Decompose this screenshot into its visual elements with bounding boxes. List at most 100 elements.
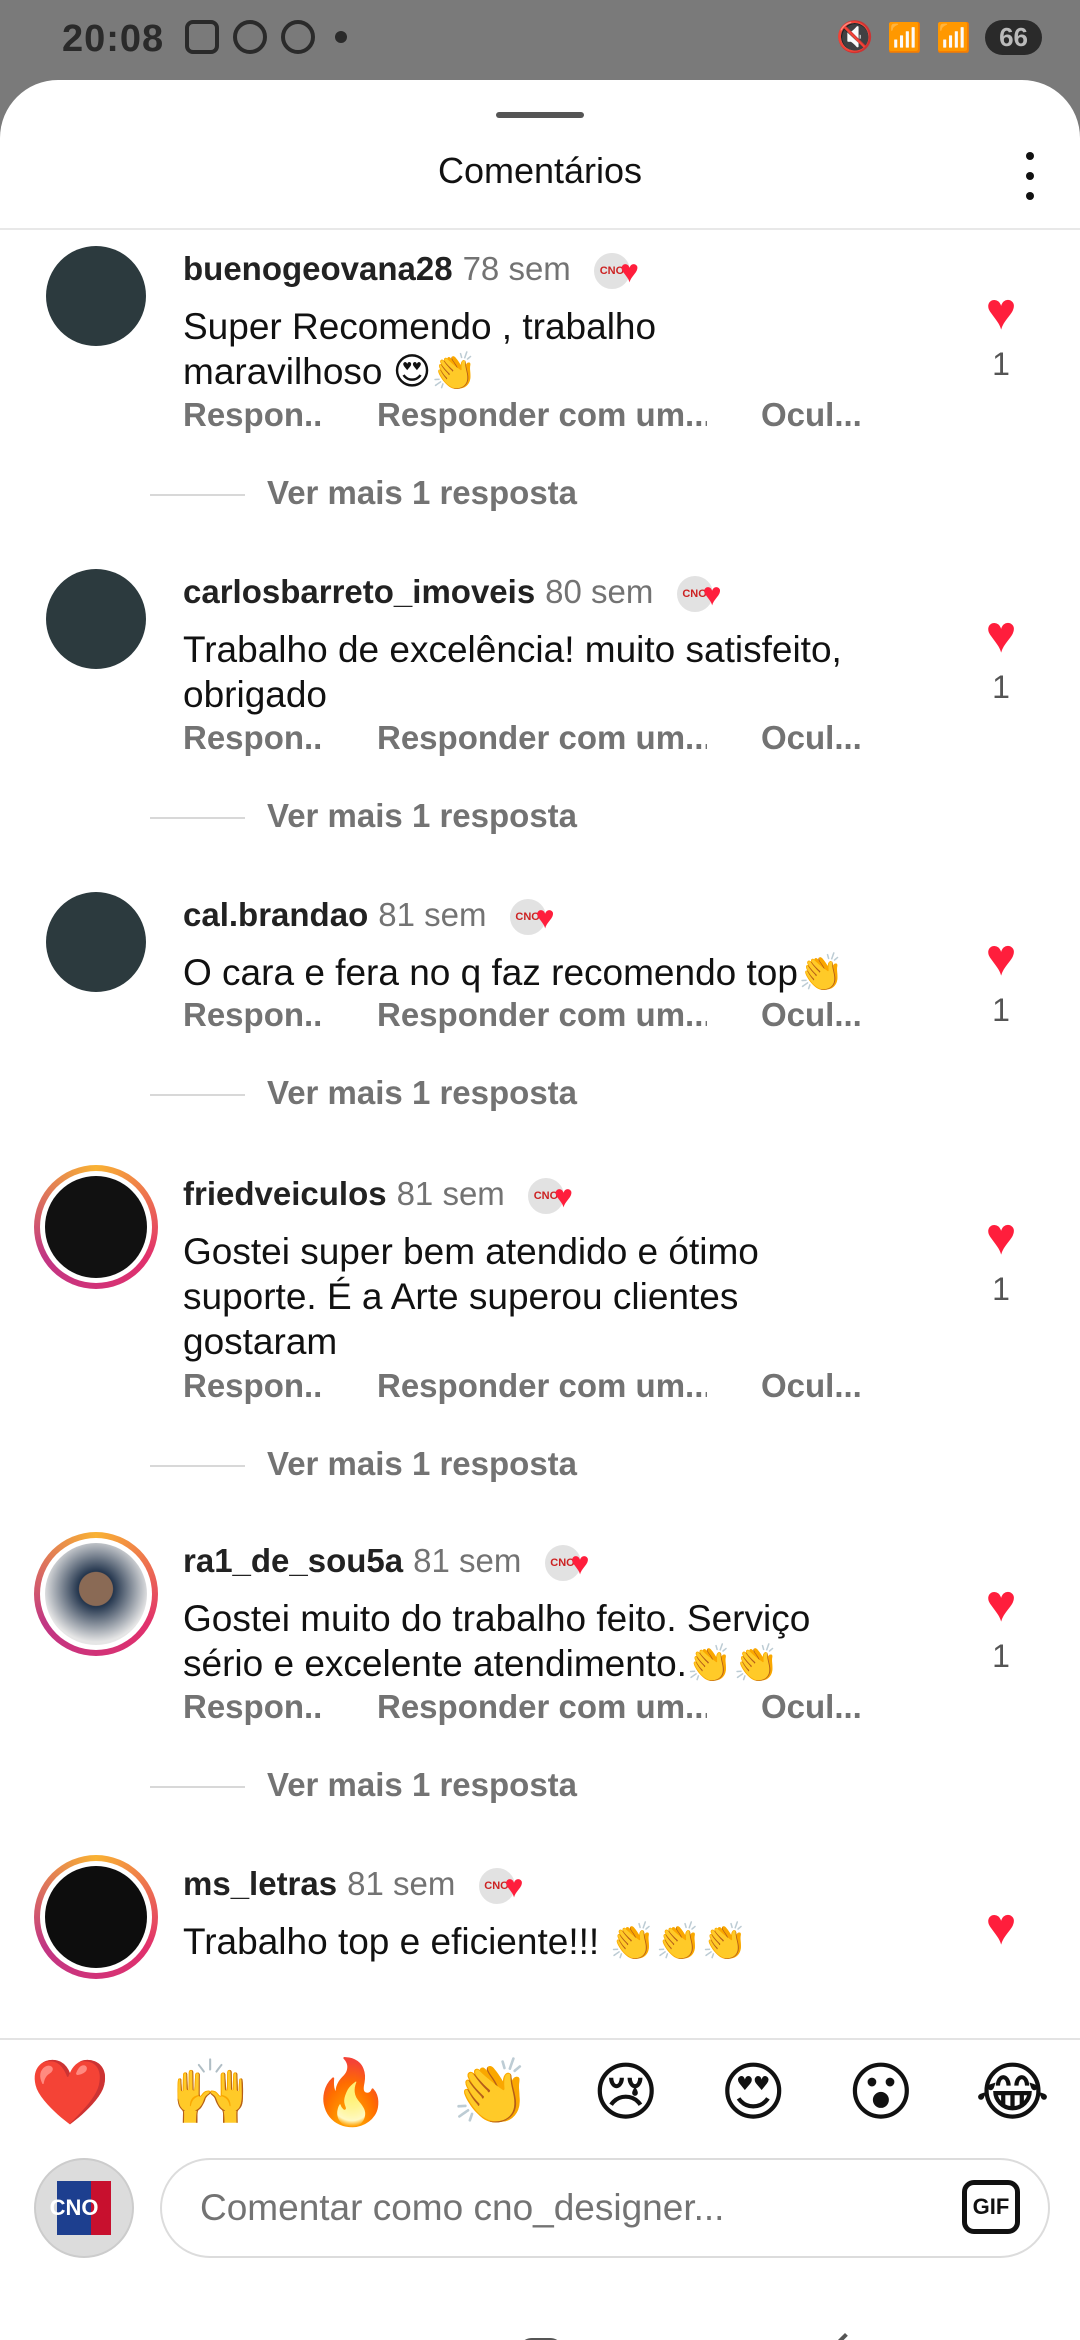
- mute-icon: 🔇: [835, 21, 874, 54]
- like-button[interactable]: ♥ 1: [975, 1208, 1027, 1308]
- battery-indicator: 66: [985, 20, 1042, 55]
- reaction-crying-emoji[interactable]: 😢: [592, 2052, 659, 2132]
- comment-username[interactable]: buenogeovana28: [183, 250, 453, 287]
- like-button[interactable]: ♥ 1: [975, 929, 1027, 1029]
- reaction-laughing-emoji[interactable]: 😂: [975, 2052, 1050, 2132]
- hide-button[interactable]: Ocul...: [761, 719, 871, 757]
- drag-handle[interactable]: [496, 112, 584, 118]
- comment-time: 80 sem: [545, 573, 654, 610]
- comment-text: Trabalho top e eficiente!!! 👏👏👏: [183, 1921, 748, 1962]
- like-count: 1: [992, 1638, 1010, 1674]
- reply-with-button[interactable]: Responder com um...: [377, 396, 707, 434]
- system-icons: 🔇 📶 📶 66: [836, 20, 1042, 55]
- view-replies-button[interactable]: Ver mais 1 resposta: [150, 1074, 577, 1112]
- reaction-raised-hands-emoji[interactable]: 🙌: [171, 2052, 251, 2132]
- back-icon[interactable]: [820, 2332, 870, 2340]
- comment-input[interactable]: Comentar como cno_designer...: [160, 2158, 1050, 2258]
- comment-time: 81 sem: [378, 896, 487, 933]
- comment-text: O cara e fera no q faz recomendo top👏: [183, 952, 845, 993]
- like-count: 1: [992, 669, 1010, 705]
- comment-actions: Respon... Responder com um... Ocul...: [183, 996, 871, 1042]
- comment-time: 81 sem: [396, 1175, 505, 1212]
- comment-time: 81 sem: [413, 1542, 522, 1579]
- creator-liked-badge: CNO ♥: [591, 251, 652, 292]
- comment-actions: Respon... Responder com um... Ocul...: [183, 1367, 871, 1413]
- comment-actions: Respon... Responder com um... Ocul...: [183, 396, 871, 442]
- comments-list[interactable]: buenogeovana28 78 sem CNO ♥ Super Recomend…: [0, 230, 1080, 2038]
- reaction-surprised-emoji[interactable]: 😮: [848, 2052, 915, 2132]
- heart-icon: ♥: [985, 1208, 1017, 1266]
- comment-text: Gostei super bem atendido e ótimo suport…: [183, 1231, 759, 1362]
- comment-composer: CNO Comentar como cno_designer... GIF: [34, 2158, 1054, 2262]
- reaction-fire-emoji[interactable]: 🔥: [311, 2052, 391, 2132]
- view-replies-button[interactable]: Ver mais 1 resposta: [150, 1766, 577, 1804]
- view-replies-button[interactable]: Ver mais 1 resposta: [150, 797, 577, 835]
- avatar[interactable]: [46, 892, 146, 992]
- comment-username[interactable]: carlosbarreto_imoveis: [183, 573, 535, 610]
- heart-icon: ♥: [535, 899, 555, 936]
- divider: [0, 2038, 1080, 2040]
- system-nav-bar: [0, 2288, 1080, 2340]
- reply-with-button[interactable]: Responder com um...: [377, 1367, 707, 1405]
- gif-icon[interactable]: GIF: [962, 2180, 1020, 2234]
- reaction-heart-emoji[interactable]: ❤️: [30, 2052, 110, 2132]
- heart-icon: ♥: [985, 929, 1017, 987]
- like-count: 1: [992, 992, 1010, 1028]
- creator-liked-badge: CNO ♥: [525, 1176, 586, 1217]
- hide-button[interactable]: Ocul...: [761, 1367, 871, 1405]
- creator-liked-badge: CNO ♥: [476, 1866, 537, 1907]
- avatar[interactable]: [34, 1165, 158, 1289]
- view-replies-button[interactable]: Ver mais 1 resposta: [150, 474, 577, 512]
- heart-icon: ♥: [553, 1178, 573, 1215]
- heart-icon: ♥: [619, 253, 639, 290]
- comment-time: 81 sem: [347, 1865, 456, 1902]
- status-time: 20:08: [62, 18, 165, 60]
- status-bar: 20:08 🔇 📶 📶 66: [0, 0, 1080, 80]
- reply-button[interactable]: Respon...: [183, 719, 323, 757]
- wifi-icon: 📶: [887, 22, 923, 53]
- reaction-heart-eyes-emoji[interactable]: 😍: [720, 2052, 787, 2132]
- avatar[interactable]: [34, 1855, 158, 1979]
- avatar[interactable]: [46, 569, 146, 669]
- screenshot-icon: [185, 20, 219, 54]
- like-button[interactable]: ♥ 1: [975, 609, 1027, 706]
- creator-liked-badge: CNO ♥: [507, 897, 568, 938]
- like-button[interactable]: ♥: [975, 1898, 1027, 1956]
- comment-text: Gostei muito do trabalho feito. Serviço …: [183, 1598, 811, 1684]
- like-count: 1: [992, 346, 1010, 382]
- sheet-title: Comentários: [437, 150, 643, 191]
- more-options-button[interactable]: [1010, 152, 1050, 200]
- like-button[interactable]: ♥ 1: [975, 286, 1027, 383]
- avatar[interactable]: [46, 246, 146, 346]
- reply-button[interactable]: Respon...: [183, 1367, 323, 1405]
- hide-button[interactable]: Ocul...: [761, 1688, 871, 1726]
- comment-username[interactable]: friedveiculos: [183, 1175, 387, 1212]
- comment-actions: Respon... Responder com um... Ocul...: [183, 1688, 871, 1734]
- heart-icon: ♥: [985, 1898, 1017, 1956]
- comment-username[interactable]: ra1_de_sou5a: [183, 1542, 403, 1579]
- comment-username[interactable]: cal.brandao: [183, 896, 368, 933]
- comment-username[interactable]: ms_letras: [183, 1865, 337, 1902]
- signal-icon: 📶: [936, 22, 972, 53]
- comment-text: Super Recomendo , trabalho maravilhoso 😍…: [183, 306, 657, 392]
- hide-button[interactable]: Ocul...: [761, 396, 871, 434]
- reply-with-button[interactable]: Responder com um...: [377, 1688, 707, 1726]
- creator-liked-badge: CNO ♥: [674, 574, 735, 615]
- quick-reactions-bar: ❤️ 🙌 🔥 👏 😢 😍 😮 😂: [30, 2052, 1050, 2132]
- view-replies-button[interactable]: Ver mais 1 resposta: [150, 1445, 577, 1483]
- reply-with-button[interactable]: Responder com um...: [377, 996, 707, 1034]
- reaction-clap-emoji[interactable]: 👏: [452, 2052, 532, 2132]
- whatsapp-icon: [233, 20, 267, 54]
- avatar[interactable]: [34, 1532, 158, 1656]
- heart-icon: ♥: [570, 1545, 590, 1582]
- reply-button[interactable]: Respon...: [183, 996, 323, 1034]
- like-button[interactable]: ♥ 1: [975, 1578, 1027, 1675]
- creator-liked-badge: CNO ♥: [542, 1543, 603, 1584]
- more-options-icon: [1026, 152, 1034, 160]
- notification-icons: [185, 20, 347, 54]
- reply-button[interactable]: Respon...: [183, 396, 323, 434]
- reply-with-button[interactable]: Responder com um...: [377, 719, 707, 757]
- more-notifications-dot-icon: [335, 31, 347, 43]
- reply-button[interactable]: Respon...: [183, 1688, 323, 1726]
- hide-button[interactable]: Ocul...: [761, 996, 871, 1034]
